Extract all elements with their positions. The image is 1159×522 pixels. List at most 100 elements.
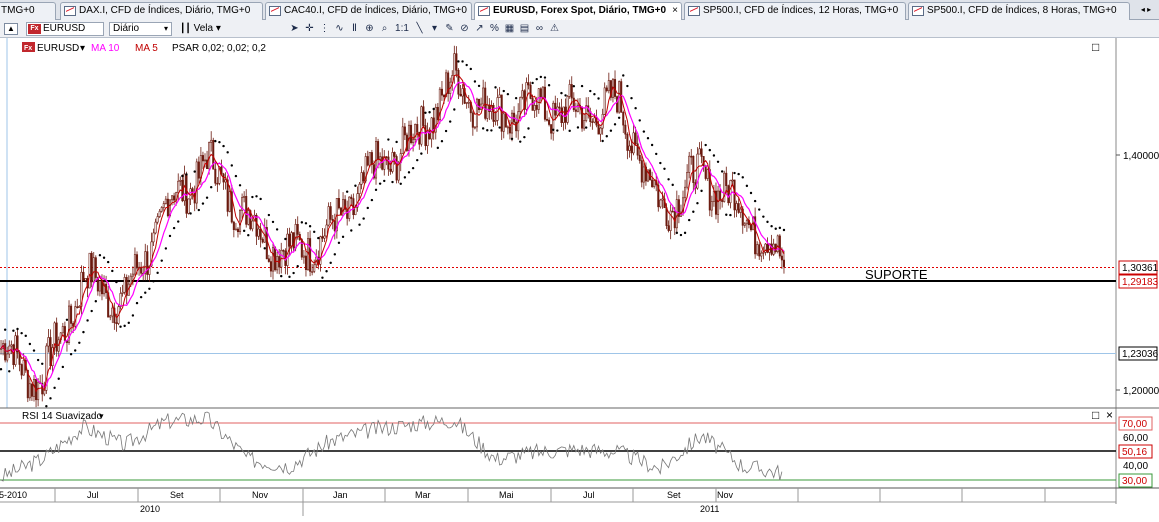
- candle-body: [721, 200, 724, 202]
- tab-label: DAX.I, CFD de Índices, Diário, TMG+0: [79, 5, 251, 16]
- toolbar-tool-icon[interactable]: ⌕: [378, 23, 391, 35]
- toolbar-tool-icon[interactable]: ⋮: [318, 23, 331, 35]
- toolbar-tool-icon[interactable]: ▤: [518, 23, 531, 35]
- tab-sp500-12h[interactable]: SP500.I, CFD de Índices, 12 Horas, TMG+0: [684, 2, 906, 20]
- psar-dot: [275, 228, 279, 231]
- tab-partial[interactable]: TMG+0: [0, 2, 56, 20]
- candle-body: [494, 120, 497, 122]
- candle-body: [492, 104, 495, 122]
- tab-cac40[interactable]: CAC40.I, CFD de Índices, Diário, TMG+0: [265, 2, 472, 20]
- candle-body: [616, 96, 619, 113]
- candle-body: [735, 203, 738, 211]
- candle-body: [199, 155, 202, 179]
- candle-body: [467, 101, 470, 104]
- candle-body: [10, 344, 13, 347]
- tab-scroll-arrows[interactable]: ◂ ▸: [1133, 2, 1159, 18]
- candle-body: [154, 221, 157, 234]
- psar-dot: [53, 386, 56, 390]
- candle-body: [203, 159, 207, 162]
- psar-dot: [663, 167, 666, 170]
- toolbar-tool-icon[interactable]: %: [488, 23, 501, 35]
- chart-area[interactable]: SUPORTE Fx EURUSD ▾ MA 10 MA 5 PSAR 0,02…: [0, 38, 1159, 519]
- psar-dot: [280, 274, 283, 278]
- tab-label: SP500.I, CFD de Índices, 12 Horas, TMG+0: [703, 5, 899, 16]
- toolbar-tool-icon[interactable]: Ⅱ: [348, 23, 361, 35]
- psar-dot: [172, 226, 176, 230]
- psar-dot: [205, 196, 209, 199]
- toolbar-tool-icon[interactable]: 1:1: [393, 23, 411, 35]
- candle-body: [321, 236, 324, 239]
- toolbar-tool-icon[interactable]: ⚠: [548, 23, 561, 35]
- legend-ma10[interactable]: MA 10: [91, 43, 120, 54]
- candle-body: [401, 126, 404, 154]
- legend-ma5[interactable]: MA 5: [135, 43, 158, 54]
- candle-body: [521, 90, 524, 98]
- candle-body: [304, 255, 307, 270]
- psar-dot: [576, 126, 580, 129]
- candle-body: [61, 326, 64, 334]
- candle-body: [358, 183, 361, 194]
- psar-dot: [41, 362, 44, 365]
- toolbar-tool-icon[interactable]: ⊘: [458, 23, 471, 35]
- rsi-close-icon[interactable]: ×: [1106, 408, 1113, 422]
- candle-body: [725, 172, 728, 186]
- toolbar-tool-icon[interactable]: ⊕: [363, 23, 376, 35]
- close-icon[interactable]: ×: [672, 3, 678, 19]
- psar-dot: [222, 144, 225, 148]
- rsi-axis-text: 50,16: [1122, 447, 1147, 458]
- psar-dot: [374, 188, 378, 192]
- candle-body: [690, 155, 693, 158]
- toolbar-tool-icon[interactable]: ∞: [533, 23, 546, 35]
- psar-dot: [123, 324, 126, 328]
- toolbar-tool-icon[interactable]: ✛: [303, 23, 316, 35]
- toolbar-tool-icon[interactable]: ▦: [503, 23, 516, 35]
- psar-dot: [461, 60, 464, 63]
- timeframe-select[interactable]: Diário ▾: [109, 22, 172, 36]
- psar-dot: [78, 341, 81, 344]
- candle-body: [574, 109, 577, 112]
- toolbar-tool-icon[interactable]: ∿: [333, 23, 346, 35]
- candle-body: [309, 238, 312, 272]
- candle-body: [543, 86, 546, 120]
- candle-body: [733, 179, 736, 211]
- toolbar-tool-icon[interactable]: ✎: [443, 23, 456, 35]
- tab-dax[interactable]: DAX.I, CFD de Índices, Diário, TMG+0: [60, 2, 263, 20]
- candle-body: [607, 80, 610, 92]
- collapse-button[interactable]: ▲: [4, 23, 18, 35]
- psar-dot: [288, 275, 291, 279]
- psar-dot: [69, 353, 73, 356]
- candle-body: [739, 208, 742, 213]
- rsi-maximize-icon[interactable]: □: [1092, 408, 1099, 422]
- price-marker-text: 1,29183: [1122, 277, 1159, 288]
- legend-symbol[interactable]: EURUSD: [37, 43, 79, 54]
- psar-dot: [416, 158, 419, 162]
- psar-dot: [16, 327, 19, 331]
- toolbar-tool-icon[interactable]: ➤: [288, 23, 301, 35]
- candle-body: [362, 172, 365, 182]
- toolbar-tool-icon[interactable]: ╲: [413, 23, 426, 35]
- candle-body: [296, 224, 299, 235]
- psar-dot: [477, 84, 481, 88]
- candle-body: [564, 106, 567, 123]
- psar-dot: [366, 206, 369, 210]
- toolbar-tool-icon[interactable]: ↗: [473, 23, 486, 35]
- psar-dot: [354, 184, 357, 187]
- chart-type-button[interactable]: ┃┃ Vela ▾: [180, 23, 221, 34]
- toolbar-tool-icon[interactable]: ▾: [428, 23, 441, 35]
- candle-body: [189, 188, 192, 200]
- month-label: Jul: [583, 490, 595, 500]
- candle-body: [459, 93, 462, 97]
- tab-eurusd[interactable]: EURUSD, Forex Spot, Diário, TMG+0 ×: [474, 2, 682, 21]
- candle-body: [43, 390, 46, 395]
- psar-dot: [675, 231, 679, 235]
- tab-sp500-8h[interactable]: SP500.I, CFD de Índices, 8 Horas, TMG+0: [908, 2, 1130, 20]
- legend-psar[interactable]: PSAR 0,02; 0,02; 0,2: [172, 43, 266, 54]
- candle-body: [171, 195, 174, 201]
- candle-body: [548, 119, 551, 125]
- maximize-icon[interactable]: □: [1092, 40, 1099, 54]
- rsi-title[interactable]: RSI 14 Suavizado: [22, 411, 102, 422]
- symbol-selector[interactable]: Fx EURUSD: [26, 22, 104, 36]
- candle-body: [461, 88, 464, 97]
- psar-dot: [753, 199, 757, 203]
- candle-body: [187, 198, 190, 214]
